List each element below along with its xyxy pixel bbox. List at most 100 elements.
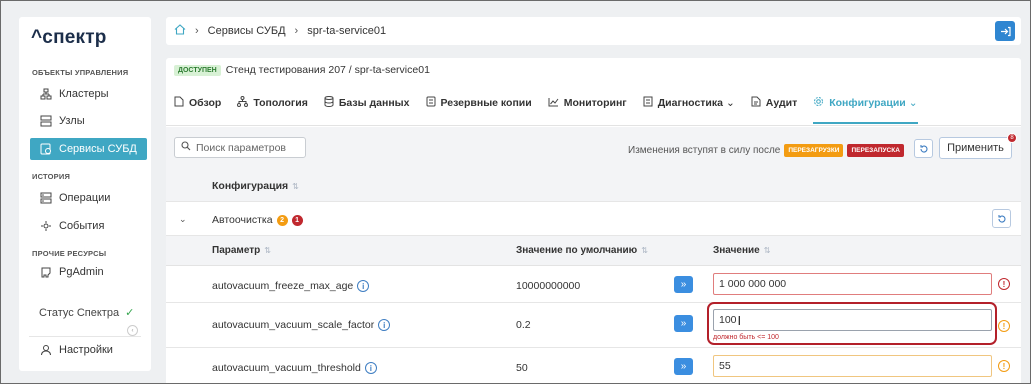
user-icon: [38, 344, 54, 356]
chevron-down-icon: ⌄: [725, 97, 735, 109]
sidebar-item-label: Кластеры: [59, 88, 109, 100]
chevron-down-icon: ⌄: [908, 97, 918, 109]
info-icon[interactable]: i: [357, 280, 370, 292]
sort-icon: ⇅: [292, 182, 299, 191]
info-icon[interactable]: i: [378, 319, 391, 331]
logout-button[interactable]: [995, 21, 1015, 41]
column-param[interactable]: Параметр ⇅: [212, 245, 271, 256]
tab-databases[interactable]: Базы данных: [324, 94, 410, 112]
param-name: autovacuum_vacuum_scale_factor i: [212, 319, 391, 331]
chart-line-icon: [548, 97, 559, 110]
tab-label: Базы данных: [338, 97, 410, 109]
breadcrumb-service: spr-ta-service01: [307, 25, 387, 37]
warning-icon[interactable]: !: [998, 320, 1010, 332]
param-name-text: autovacuum_vacuum_threshold: [212, 362, 361, 374]
home-icon[interactable]: [174, 24, 186, 38]
sidebar-item-label: Операции: [59, 192, 111, 204]
tab-overview[interactable]: Обзор: [174, 94, 221, 112]
backup-icon: [426, 96, 436, 110]
config-header-label: Конфигурация: [212, 180, 289, 192]
config-column-header[interactable]: Конфигурация ⇅: [212, 180, 299, 192]
param-name: autovacuum_freeze_max_age i: [212, 280, 370, 292]
changes-notice: Изменения вступят в силу после ПЕРЕЗАГРУ…: [628, 144, 904, 157]
service-path: Стенд тестирования 207 / spr-ta-service0…: [225, 64, 430, 76]
apply-button[interactable]: Применить: [939, 137, 1012, 159]
tab-label: Диагностика: [657, 97, 723, 109]
sidebar-item-label: PgAdmin: [59, 266, 104, 278]
sidebar-item-label: События: [59, 220, 105, 232]
sidebar-divider: [29, 336, 141, 337]
sidebar: ^спектр ОБЪЕКТЫ УПРАВЛЕНИЯ Кластеры Узлы…: [19, 17, 151, 371]
reset-group-button[interactable]: [992, 209, 1011, 228]
value-input[interactable]: 55: [713, 355, 992, 377]
section-history: ИСТОРИЯ: [32, 172, 71, 181]
tab-label: Мониторинг: [563, 97, 627, 109]
tab-monitoring[interactable]: Мониторинг: [548, 94, 627, 112]
sidebar-item-dbms[interactable]: Сервисы СУБД: [30, 138, 147, 160]
sidebar-item-operations[interactable]: Операции: [30, 187, 147, 209]
reload-pill: ПЕРЕЗАГРУЗКИ: [784, 144, 844, 157]
sort-icon: ⇅: [641, 246, 648, 255]
tab-label: Конфигурации: [829, 97, 906, 109]
sidebar-item-settings[interactable]: Настройки: [30, 339, 147, 361]
tab-topology[interactable]: Топология: [237, 94, 308, 112]
column-label: Значение: [713, 245, 760, 256]
param-name-text: autovacuum_vacuum_scale_factor: [212, 319, 375, 331]
copy-default-button[interactable]: »: [674, 358, 693, 375]
diagnostics-icon: [643, 96, 653, 110]
tab-backups[interactable]: Резервные копии: [426, 94, 532, 112]
status-label: Статус Спектра: [39, 307, 120, 319]
tab-label: Резервные копии: [440, 97, 532, 109]
config-panel: Поиск параметров Изменения вступят в сил…: [166, 127, 1021, 383]
restart-pill: ПЕРЕЗАПУСКА: [847, 144, 904, 157]
column-label: Параметр: [212, 245, 261, 256]
tab-label: Обзор: [189, 97, 222, 109]
group-row[interactable]: ⌄ Автоочистка 2 1: [166, 201, 1021, 236]
topology-icon: [237, 96, 249, 110]
error-icon[interactable]: !: [998, 278, 1010, 290]
collapse-sidebar-icon[interactable]: ‹: [127, 325, 138, 336]
param-name: autovacuum_vacuum_threshold i: [212, 362, 377, 374]
warning-icon[interactable]: !: [998, 360, 1010, 372]
database-icon: [324, 96, 334, 110]
copy-default-button[interactable]: »: [674, 276, 693, 293]
highlight-outline: [707, 302, 997, 345]
spectr-status[interactable]: Статус Спектра ✓: [39, 306, 134, 319]
tab-label: Топология: [253, 97, 308, 109]
error-count-badge: 1: [291, 214, 303, 226]
service-header: ДОСТУПЕН Стенд тестирования 207 / spr-ta…: [174, 64, 430, 76]
sort-icon: ⇅: [763, 246, 771, 255]
chevron-right-icon: ›: [195, 25, 199, 37]
group-name: Автоочистка: [212, 214, 273, 226]
warning-count-badge: 2: [276, 214, 288, 226]
param-default: 10000000000: [516, 280, 581, 292]
group-label: Автоочистка 2 1: [212, 214, 303, 226]
param-default: 50: [516, 362, 528, 374]
reset-all-button[interactable]: [914, 139, 933, 158]
table-header: Параметр ⇅ Значение по умолчанию ⇅ Значени…: [166, 236, 1021, 266]
table-row: autovacuum_freeze_max_age i 10000000000 …: [166, 266, 1021, 303]
events-icon: [38, 220, 54, 232]
table-row: autovacuum_vacuum_threshold i 50 » 55 !: [166, 348, 1021, 383]
info-icon[interactable]: i: [364, 362, 377, 374]
tab-diagnostics[interactable]: Диагностика ⌄: [643, 94, 735, 112]
tab-audit[interactable]: Аудит: [751, 94, 797, 112]
app-logo: ^спектр: [31, 27, 107, 48]
tab-divider: [166, 125, 1021, 126]
sidebar-item-pgadmin[interactable]: PgAdmin: [30, 261, 147, 283]
sidebar-item-clusters[interactable]: Кластеры: [30, 83, 147, 105]
sidebar-item-events[interactable]: События: [30, 215, 147, 237]
value-input[interactable]: 1 000 000 000: [713, 273, 992, 295]
document-icon: [174, 96, 184, 110]
search-input[interactable]: Поиск параметров: [174, 137, 306, 158]
chevron-down-icon[interactable]: ⌄: [179, 214, 187, 225]
search-icon: [181, 141, 191, 154]
changes-text: Изменения вступят в силу после: [628, 145, 781, 156]
section-manage: ОБЪЕКТЫ УПРАВЛЕНИЯ: [32, 68, 129, 77]
sidebar-item-nodes[interactable]: Узлы: [30, 110, 147, 132]
breadcrumb-dbms[interactable]: Сервисы СУБД: [208, 25, 286, 37]
column-value[interactable]: Значение ⇅: [713, 245, 770, 256]
copy-default-button[interactable]: »: [674, 315, 693, 332]
column-default[interactable]: Значение по умолчанию ⇅: [516, 245, 648, 256]
tab-config[interactable]: Конфигурации ⌄: [813, 94, 918, 124]
